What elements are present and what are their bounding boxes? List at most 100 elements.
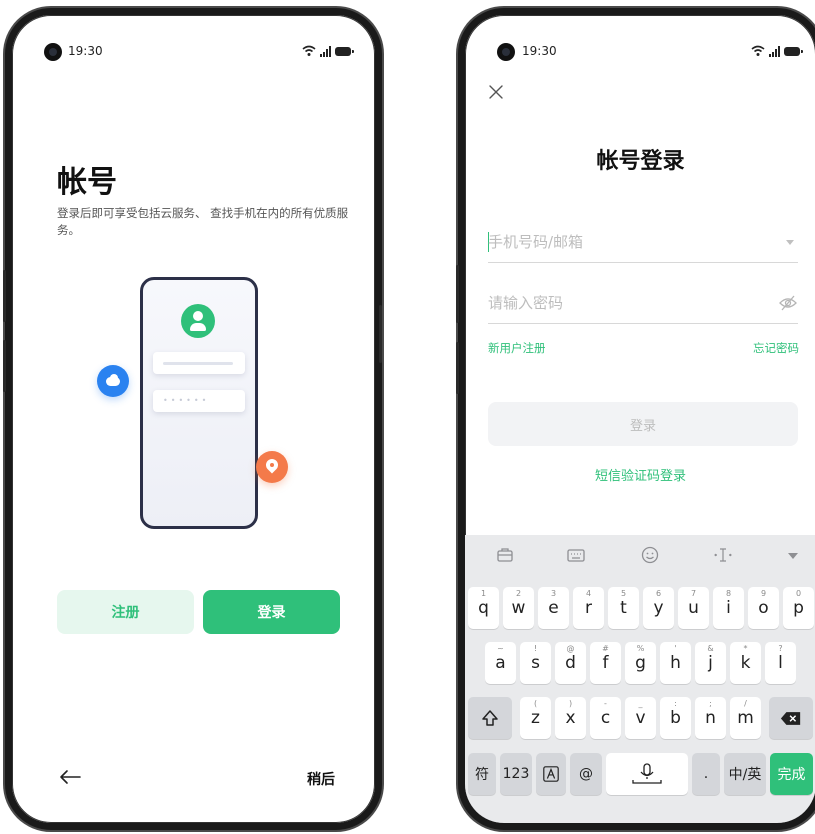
- side-button: [3, 270, 6, 322]
- key-label: i: [726, 598, 731, 618]
- key-label: t: [620, 598, 627, 618]
- page-description: 登录后即可享受包括云服务、 查找手机在内的所有优质服务。: [57, 206, 349, 237]
- key-label: l: [778, 653, 783, 673]
- key-label: o: [758, 598, 769, 618]
- key-d[interactable]: @ d: [555, 642, 586, 684]
- key-label: g: [635, 653, 646, 673]
- phone-email-input[interactable]: [488, 230, 758, 254]
- cloud-icon: [97, 365, 129, 397]
- login-submit-button[interactable]: 登录: [488, 402, 798, 446]
- user-avatar-icon: [181, 304, 215, 338]
- login-button[interactable]: 登录: [203, 590, 340, 634]
- key-hint: 4: [585, 589, 592, 598]
- cursor-icon[interactable]: [713, 545, 733, 565]
- key-q[interactable]: 1q: [468, 587, 499, 629]
- key-hint: ~: [497, 644, 504, 653]
- status-icons: [751, 45, 803, 57]
- key-m[interactable]: / m: [730, 697, 761, 739]
- phone-email-field[interactable]: [488, 222, 798, 263]
- backspace-key[interactable]: [769, 697, 813, 739]
- register-button[interactable]: 注册: [57, 590, 194, 634]
- key-g[interactable]: % g: [625, 642, 656, 684]
- side-button: [456, 265, 459, 323]
- status-time: 19:30: [522, 44, 557, 58]
- key-h[interactable]: ' h: [660, 642, 691, 684]
- emoji-icon[interactable]: [640, 545, 660, 565]
- key-i[interactable]: 8i: [713, 587, 744, 629]
- numbers-key[interactable]: 123: [500, 753, 532, 795]
- key-hint: 5: [620, 589, 627, 598]
- forgot-password-link[interactable]: 忘记密码: [753, 340, 799, 356]
- dropdown-arrow-icon[interactable]: [786, 240, 794, 245]
- key-v[interactable]: _ v: [625, 697, 656, 739]
- key-hint: !: [533, 644, 538, 653]
- key-j[interactable]: & j: [695, 642, 726, 684]
- key-label: r: [585, 598, 592, 618]
- key-b[interactable]: :b: [660, 697, 691, 739]
- key-a[interactable]: ~ a: [485, 642, 516, 684]
- symbols-key[interactable]: 符: [468, 753, 496, 795]
- back-arrow-icon[interactable]: [58, 767, 82, 787]
- briefcase-icon[interactable]: [495, 545, 515, 565]
- key-f[interactable]: # f: [590, 642, 621, 684]
- new-user-register-link[interactable]: 新用户注册: [488, 340, 546, 356]
- battery-icon: [784, 46, 803, 56]
- key-l[interactable]: ? l: [765, 642, 796, 684]
- key-label: d: [565, 653, 576, 673]
- key-t[interactable]: 5t: [608, 587, 639, 629]
- key-y[interactable]: 6y: [643, 587, 674, 629]
- phone-login-screen: 19:30 帐号登录 新用户注册 忘记密码 登录 短信验证码登录: [458, 8, 815, 830]
- close-icon[interactable]: [487, 83, 505, 101]
- text-input-mode-key[interactable]: [536, 753, 566, 795]
- at-key[interactable]: @: [570, 753, 602, 795]
- soft-keyboard: 1q2w3e4r5t6y7u8i9o0p ~ a! s @ d # f% g ' h & j * k? l …: [465, 535, 815, 823]
- key-label: c: [600, 708, 611, 728]
- status-icons: [302, 45, 354, 57]
- side-button: [456, 342, 459, 394]
- shift-key[interactable]: [468, 697, 512, 739]
- signal-icon: [769, 45, 780, 57]
- page-title: 帐号: [57, 165, 117, 200]
- key-hint: 7: [690, 589, 697, 598]
- mock-password-field: ••••••: [153, 390, 245, 412]
- key-label: b: [670, 708, 681, 728]
- key-u[interactable]: 7u: [678, 587, 709, 629]
- period-key[interactable]: .: [692, 753, 720, 795]
- key-w[interactable]: 2w: [503, 587, 534, 629]
- key-hint: #: [602, 644, 609, 653]
- done-key[interactable]: 完成: [770, 753, 813, 795]
- key-p[interactable]: 0p: [783, 587, 814, 629]
- key-hint: 1: [480, 589, 487, 598]
- password-input[interactable]: [488, 291, 758, 315]
- key-label: v: [635, 708, 646, 728]
- key-hint: *: [743, 644, 748, 653]
- keyboard-toolbar: [465, 535, 815, 575]
- language-switch-key[interactable]: 中/英: [724, 753, 766, 795]
- key-r[interactable]: 4r: [573, 587, 604, 629]
- key-z[interactable]: (z: [520, 697, 551, 739]
- key-x[interactable]: ) x: [555, 697, 586, 739]
- microphone-icon: [632, 763, 662, 784]
- key-label: a: [495, 653, 506, 673]
- key-s[interactable]: ! s: [520, 642, 551, 684]
- hide-password-icon[interactable]: [778, 293, 798, 313]
- shift-icon: [482, 710, 498, 726]
- space-key[interactable]: [606, 753, 688, 795]
- key-n[interactable]: ; n: [695, 697, 726, 739]
- collapse-icon[interactable]: [783, 545, 803, 565]
- key-o[interactable]: 9o: [748, 587, 779, 629]
- sms-code-login-link[interactable]: 短信验证码登录: [465, 465, 815, 484]
- later-button[interactable]: 稍后: [307, 769, 335, 789]
- key-hint: 9: [760, 589, 767, 598]
- keyboard-icon[interactable]: [566, 545, 586, 565]
- key-label: p: [793, 598, 804, 618]
- key-e[interactable]: 3e: [538, 587, 569, 629]
- key-c[interactable]: -c: [590, 697, 621, 739]
- key-k[interactable]: * k: [730, 642, 761, 684]
- key-label: x: [565, 708, 576, 728]
- phone-account-intro: 19:30 帐号 登录后即可享受包括云服务、 查找手机在内的所有优质服务。 ••…: [5, 8, 382, 830]
- key-label: u: [688, 598, 699, 618]
- wifi-icon: [302, 45, 316, 56]
- password-field[interactable]: [488, 283, 798, 324]
- key-label: e: [548, 598, 559, 618]
